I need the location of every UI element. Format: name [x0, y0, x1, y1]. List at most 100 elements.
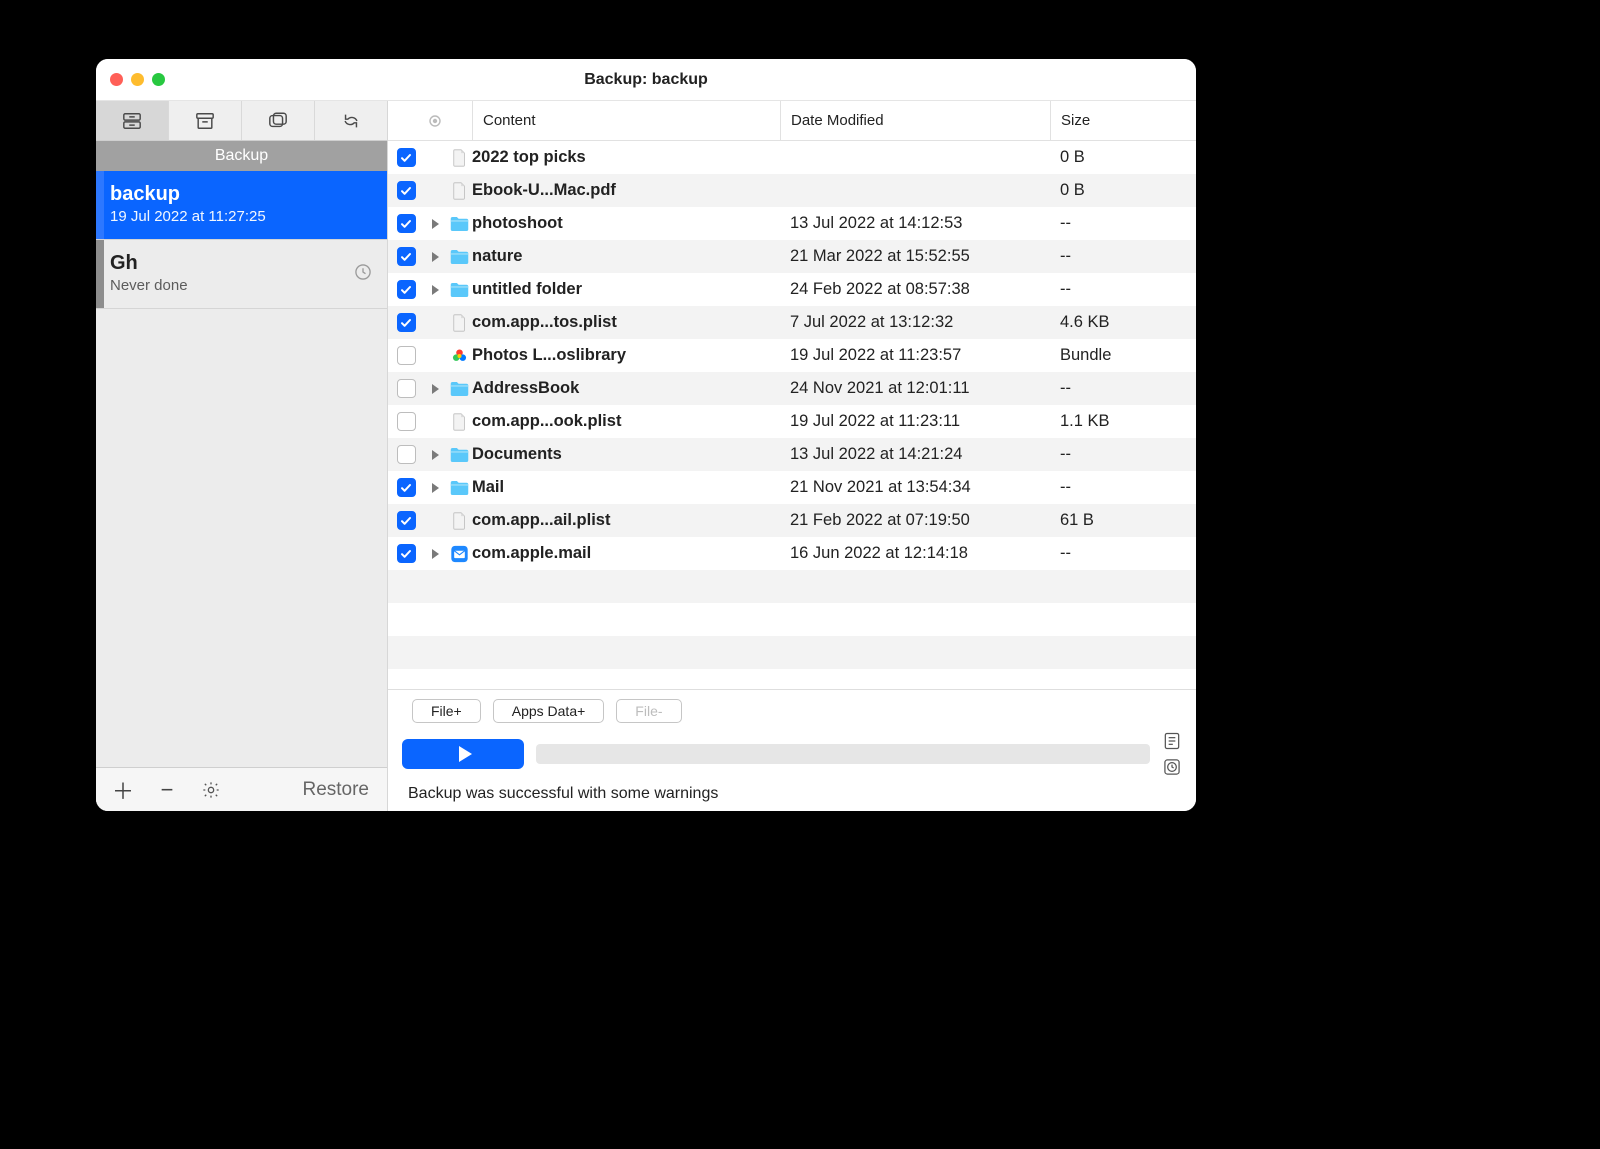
target-icon — [428, 114, 442, 128]
sidebar-item-backup[interactable]: backup19 Jul 2022 at 11:27:25 — [96, 171, 387, 240]
table-header: Content Date Modified Size — [388, 101, 1196, 141]
photos-icon — [449, 347, 470, 365]
folder-icon — [449, 380, 470, 398]
gear-icon — [201, 780, 221, 800]
chevron-right-icon[interactable] — [432, 483, 439, 493]
mail-icon — [449, 545, 470, 563]
tab-archive[interactable] — [169, 101, 242, 140]
chevron-right-icon[interactable] — [432, 549, 439, 559]
folder-icon — [449, 215, 470, 233]
checkbox[interactable] — [397, 478, 416, 497]
check-icon — [400, 284, 412, 296]
checkbox[interactable] — [397, 247, 416, 266]
chevron-right-icon[interactable] — [432, 384, 439, 394]
table-row[interactable]: Photos L...oslibrary19 Jul 2022 at 11:23… — [388, 339, 1196, 372]
table-row[interactable]: photoshoot13 Jul 2022 at 14:12:53-- — [388, 207, 1196, 240]
file-date: 19 Jul 2022 at 11:23:11 — [780, 412, 1050, 431]
drag-handle-icon[interactable] — [96, 171, 104, 239]
table-row[interactable]: com.app...ail.plist21 Feb 2022 at 07:19:… — [388, 504, 1196, 537]
zoom-icon[interactable] — [152, 73, 165, 86]
sidebar-section-label: Backup — [96, 141, 387, 171]
remove-button[interactable]: − — [150, 775, 184, 805]
folder-icon — [449, 248, 470, 266]
checkbox[interactable] — [397, 214, 416, 233]
refresh-icon — [340, 111, 362, 131]
window-controls — [110, 73, 165, 86]
check-icon — [400, 515, 412, 527]
check-icon — [400, 152, 412, 164]
table-row[interactable]: nature21 Mar 2022 at 15:52:55-- — [388, 240, 1196, 273]
close-icon[interactable] — [110, 73, 123, 86]
restore-button[interactable]: Restore — [294, 775, 377, 805]
table-row[interactable]: AddressBook24 Nov 2021 at 12:01:11-- — [388, 372, 1196, 405]
check-icon — [400, 317, 412, 329]
file-date: 21 Mar 2022 at 15:52:55 — [780, 247, 1050, 266]
file-plus-button[interactable]: File+ — [412, 699, 481, 723]
file-icon — [449, 413, 470, 431]
tab-restore[interactable] — [242, 101, 315, 140]
table-row[interactable]: 2022 top picks0 B — [388, 141, 1196, 174]
progress-bar — [536, 744, 1150, 764]
file-icon — [449, 512, 470, 530]
table-row[interactable]: Mail21 Nov 2021 at 13:54:34-- — [388, 471, 1196, 504]
sidebar-item-gh[interactable]: GhNever done — [96, 240, 387, 309]
file-size: -- — [1050, 445, 1196, 464]
apps-data-button[interactable]: Apps Data+ — [493, 699, 605, 723]
file-name: com.apple.mail — [472, 544, 780, 563]
table-row[interactable]: Documents13 Jul 2022 at 14:21:24-- — [388, 438, 1196, 471]
check-icon — [400, 185, 412, 197]
drag-handle-icon[interactable] — [96, 240, 104, 308]
check-icon — [400, 218, 412, 230]
schedule-icon[interactable] — [1162, 757, 1182, 777]
chevron-right-icon[interactable] — [432, 450, 439, 460]
tab-sync[interactable] — [315, 101, 387, 140]
file-name: AddressBook — [472, 379, 780, 398]
log-icon[interactable] — [1162, 731, 1182, 751]
tab-backup[interactable] — [96, 101, 169, 140]
file-name: Documents — [472, 445, 780, 464]
checkbox[interactable] — [397, 148, 416, 167]
minimize-icon[interactable] — [131, 73, 144, 86]
table-row[interactable]: com.apple.mail16 Jun 2022 at 12:14:18-- — [388, 537, 1196, 570]
titlebar: Backup: backup — [96, 59, 1196, 101]
file-name: com.app...ook.plist — [472, 412, 780, 431]
app-window: Backup: backup — [96, 59, 1196, 811]
file-date: 16 Jun 2022 at 12:14:18 — [780, 544, 1050, 563]
checkbox[interactable] — [397, 181, 416, 200]
file-date: 13 Jul 2022 at 14:12:53 — [780, 214, 1050, 233]
add-button[interactable]: ＋ — [106, 775, 140, 805]
file-name: untitled folder — [472, 280, 780, 299]
sidebar: Backup backup19 Jul 2022 at 11:27:25GhNe… — [96, 101, 388, 811]
file-size: -- — [1050, 280, 1196, 299]
checkbox[interactable] — [397, 511, 416, 530]
column-header-size[interactable]: Size — [1050, 101, 1196, 140]
file-name: 2022 top picks — [472, 148, 780, 167]
table-row — [388, 669, 1196, 689]
checkbox[interactable] — [397, 445, 416, 464]
checkbox[interactable] — [397, 544, 416, 563]
drawer-icon — [121, 111, 143, 131]
table-row[interactable]: com.app...ook.plist19 Jul 2022 at 11:23:… — [388, 405, 1196, 438]
chevron-right-icon[interactable] — [432, 219, 439, 229]
table-row[interactable]: com.app...tos.plist7 Jul 2022 at 13:12:3… — [388, 306, 1196, 339]
chevron-right-icon[interactable] — [432, 252, 439, 262]
checkbox[interactable] — [397, 280, 416, 299]
file-size: -- — [1050, 214, 1196, 233]
file-name: nature — [472, 247, 780, 266]
chevron-right-icon[interactable] — [432, 285, 439, 295]
run-button[interactable] — [402, 739, 524, 769]
sidebar-item-name: backup — [110, 183, 373, 206]
settings-button[interactable] — [194, 775, 228, 805]
table-row[interactable]: untitled folder24 Feb 2022 at 08:57:38-- — [388, 273, 1196, 306]
file-size: -- — [1050, 478, 1196, 497]
checkbox[interactable] — [397, 379, 416, 398]
column-header-date[interactable]: Date Modified — [780, 101, 1050, 140]
file-size: 0 B — [1050, 181, 1196, 200]
checkbox[interactable] — [397, 412, 416, 431]
column-header-content[interactable]: Content — [472, 101, 780, 140]
checkbox[interactable] — [397, 346, 416, 365]
table-row[interactable]: Ebook-U...Mac.pdf0 B — [388, 174, 1196, 207]
file-minus-button[interactable]: File- — [616, 699, 681, 723]
checkbox[interactable] — [397, 313, 416, 332]
folder-icon — [449, 281, 470, 299]
